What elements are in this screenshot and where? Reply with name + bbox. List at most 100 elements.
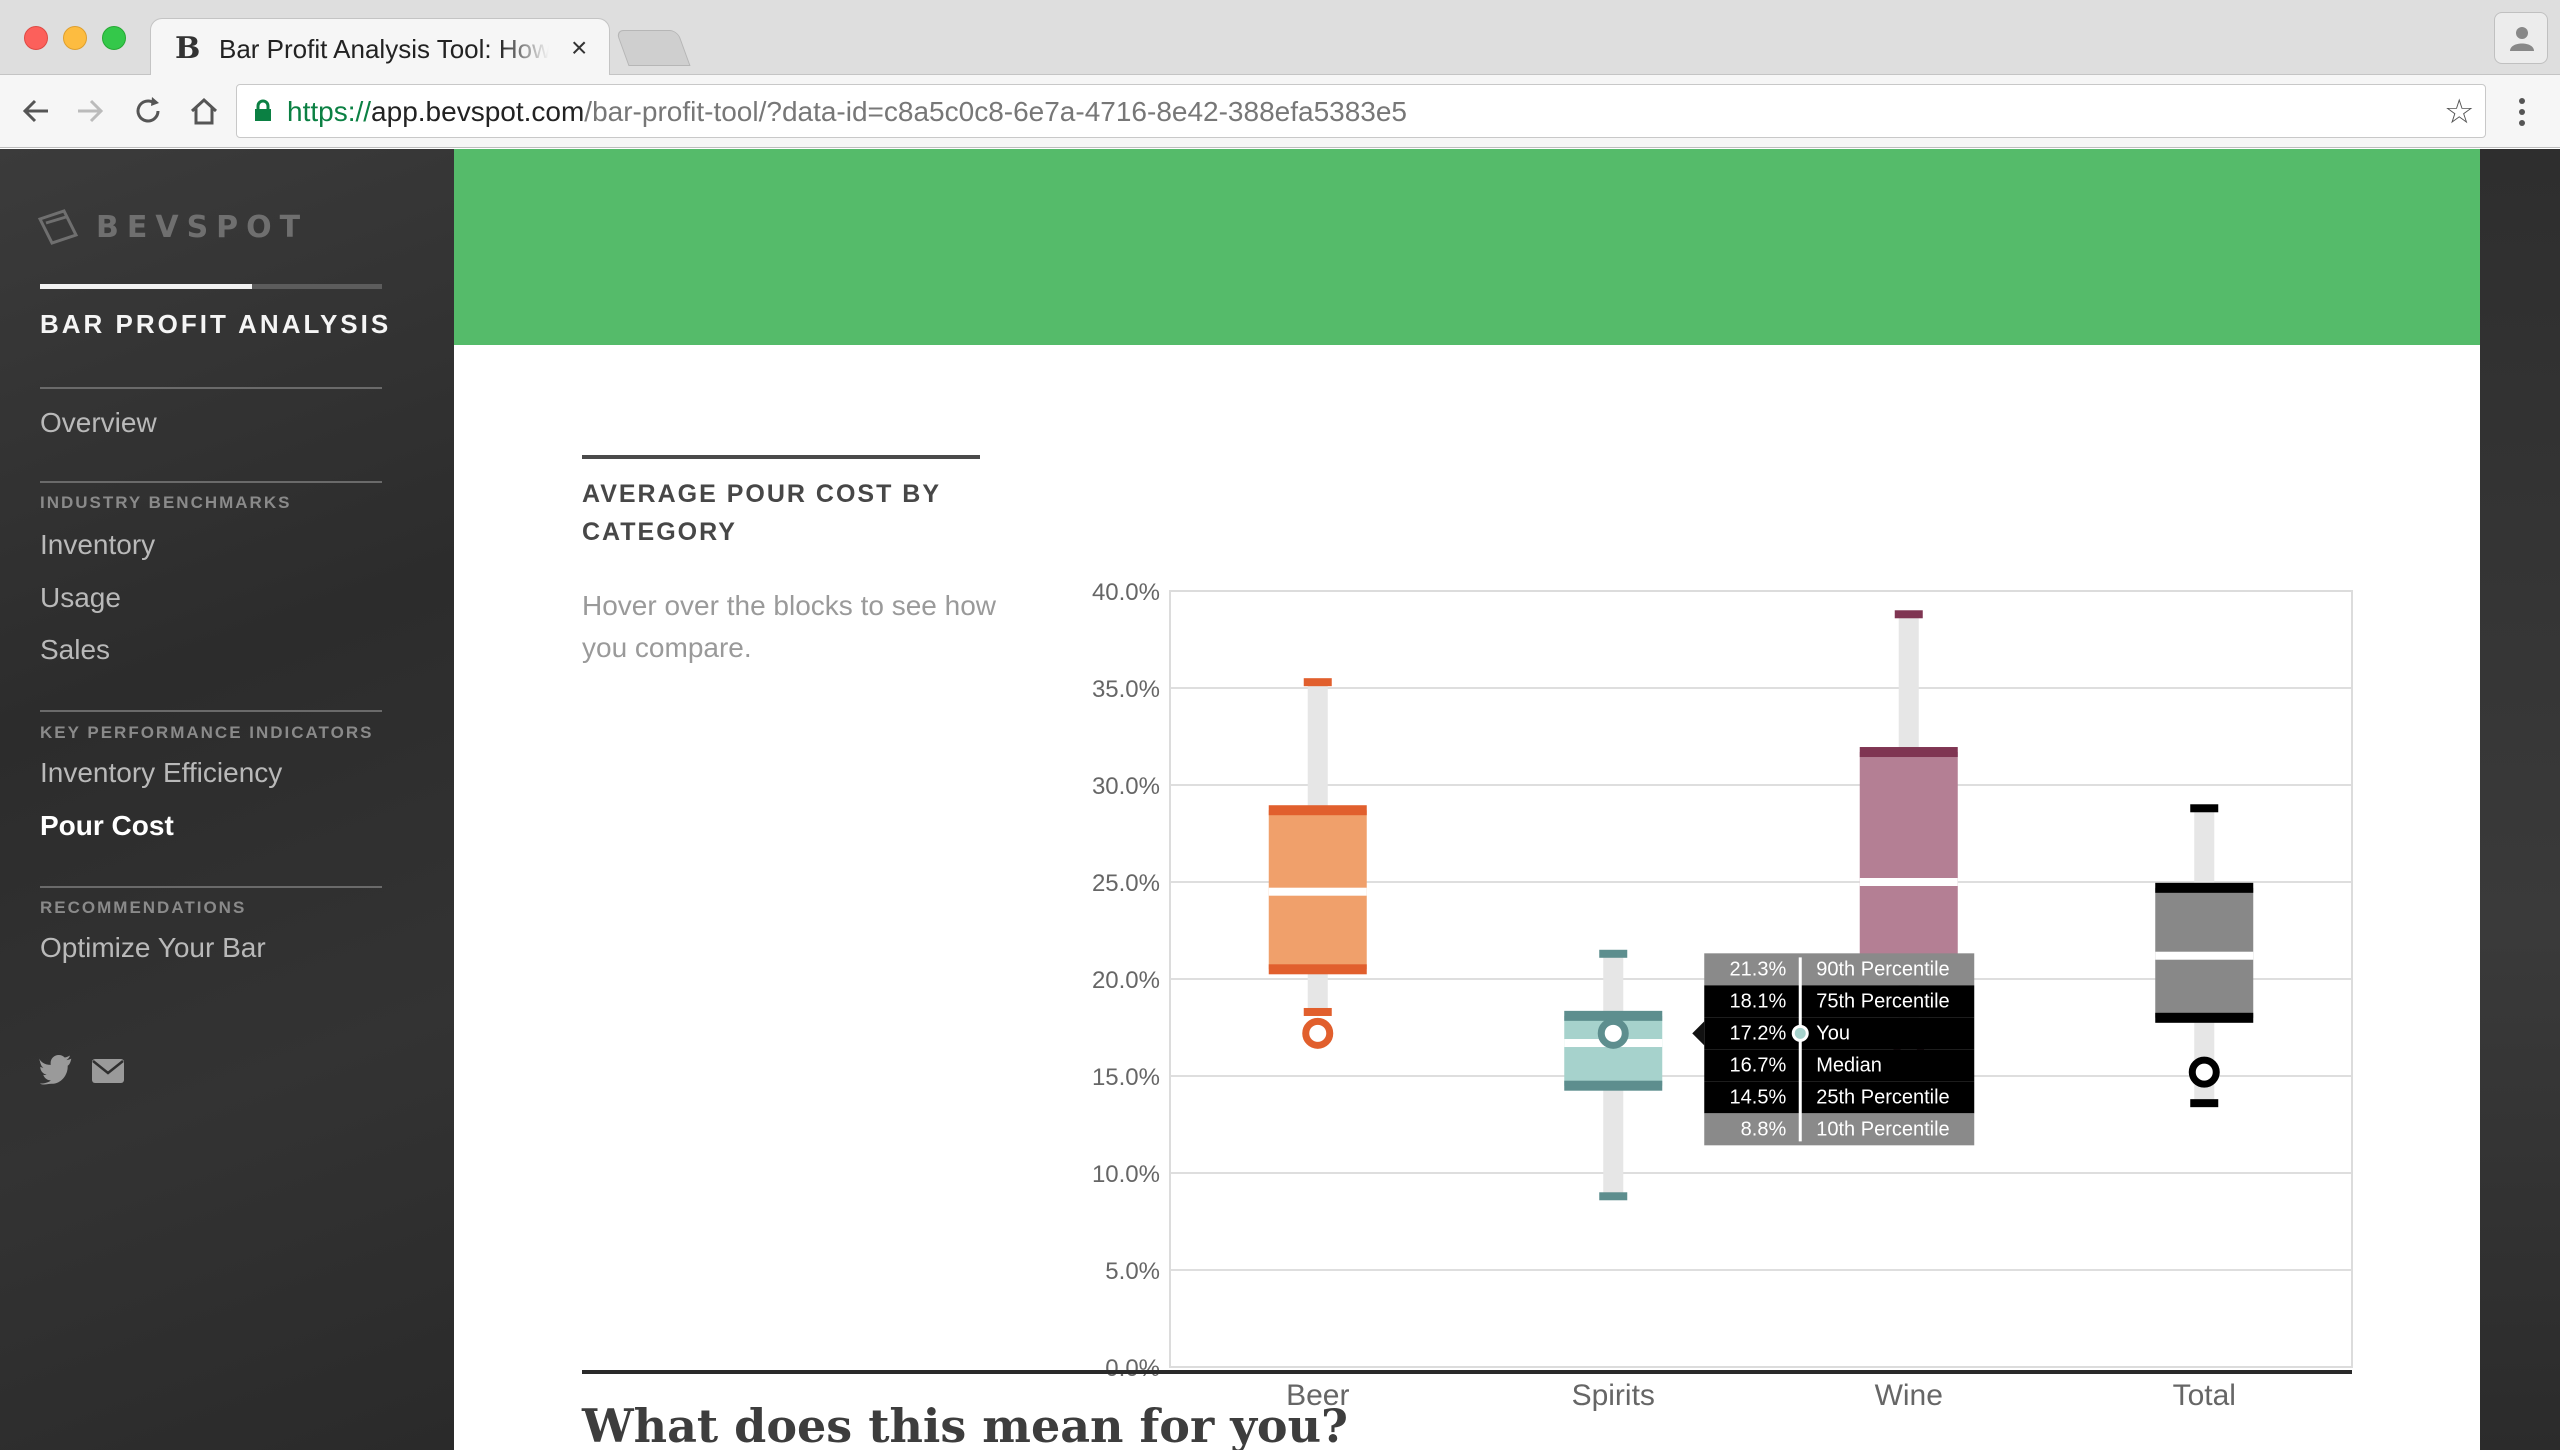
bookmark-star-icon[interactable]: ☆ (2444, 92, 2474, 132)
sidebar-item-inventory[interactable]: Inventory (40, 529, 155, 561)
address-bar[interactable]: https://app.bevspot.com/bar-profit-tool/… (236, 84, 2486, 138)
y-tick-label: 10.0% (1092, 1161, 1160, 1188)
section-rule (582, 1370, 2352, 1374)
total-median-line (2155, 951, 2254, 960)
chart-card-description: Hover over the blocks to see how you com… (582, 590, 996, 663)
forward-arrow-icon[interactable] (72, 93, 108, 129)
y-tick-label: 20.0% (1092, 967, 1160, 994)
chart-card-title: AVERAGE POUR COST BY CATEGORY (582, 480, 941, 546)
page-right-background (2480, 149, 2560, 1450)
spirits-p10-cap (1599, 1192, 1628, 1201)
beer-you-marker (1302, 1017, 1334, 1049)
sidebar-divider (40, 710, 382, 712)
y-tick-label: 15.0% (1092, 1064, 1160, 1091)
back-arrow-icon[interactable] (18, 93, 54, 129)
tooltip-value: 16.7% (1730, 1054, 1787, 1076)
tooltip-label: 75th Percentile (1816, 990, 1949, 1012)
browser-menu-icon[interactable] (2510, 92, 2534, 132)
lock-icon (255, 99, 271, 121)
twitter-icon[interactable] (38, 1055, 74, 1087)
beer-p25-line (1268, 964, 1367, 975)
url-scheme: https:// (287, 96, 372, 127)
browser-tab-active[interactable]: B Bar Profit Analysis Tool: How does you… (150, 18, 610, 76)
tooltip-value: 21.3% (1730, 958, 1787, 980)
bevspot-logo-icon (37, 209, 79, 245)
spirits-p90-cap (1599, 949, 1628, 958)
card-rule (582, 455, 980, 459)
total-p90-cap (2190, 804, 2219, 813)
sidebar-heading-kpis: KEY PERFORMANCE INDICATORS (40, 723, 374, 742)
analysis-progress-bar (40, 284, 382, 289)
spirits-you-marker (1597, 1017, 1629, 1049)
bevspot-logo[interactable]: BEVSPOT (36, 205, 308, 249)
person-icon (2510, 27, 2534, 51)
sidebar-divider (40, 481, 382, 483)
tooltip-pointer (1692, 1021, 1705, 1046)
sidebar-item-optimize-your-bar[interactable]: Optimize Your Bar (40, 932, 266, 964)
beer-p10-cap (1303, 1007, 1332, 1016)
tooltip-label: 10th Percentile (1816, 1118, 1949, 1140)
sidebar-item-inventory-efficiency[interactable]: Inventory Efficiency (40, 757, 282, 789)
section-heading: What does this mean for you? (582, 1399, 1349, 1450)
tooltip-value: 8.8% (1741, 1118, 1787, 1140)
sidebar-divider (40, 886, 382, 888)
tab-close-icon[interactable]: × (571, 32, 587, 64)
beer-median-line (1268, 887, 1367, 896)
wine-median-line (1859, 878, 1958, 886)
tooltip-label: You (1816, 1022, 1850, 1044)
total-p25-line (2155, 1012, 2254, 1023)
y-tick-label: 25.0% (1092, 870, 1160, 897)
y-tick-label: 35.0% (1092, 676, 1160, 703)
sidebar-item-usage[interactable]: Usage (40, 582, 121, 614)
x-tick-label-spirits: Spirits (1572, 1379, 1655, 1412)
home-icon[interactable] (186, 93, 222, 129)
hero-title-partial (580, 149, 609, 190)
sidebar-item-overview[interactable]: Overview (40, 407, 157, 439)
pour-cost-boxplot-chart: 40.0% 35.0% 30.0% 25.0% 20.0% 15.0% 10.0% 5.0% 0… (1092, 579, 2353, 1412)
url-text: https://app.bevspot.com/bar-profit-tool/… (287, 95, 1407, 129)
hero-banner (454, 149, 2480, 345)
window-close-button[interactable] (24, 26, 48, 50)
wine-p75-line (1859, 747, 1958, 758)
sidebar-item-sales[interactable]: Sales (40, 634, 110, 666)
sidebar-heading-industry-benchmarks: INDUSTRY BENCHMARKS (40, 493, 292, 512)
window-maximize-button[interactable] (102, 26, 126, 50)
total-you-marker (2188, 1056, 2220, 1088)
profile-button[interactable] (2494, 12, 2548, 64)
x-tick-label-wine: Wine (1875, 1379, 1943, 1412)
tooltip-value: 17.2% (1730, 1022, 1787, 1044)
y-tick-label: 40.0% (1092, 579, 1160, 606)
bevspot-favicon-icon: B (175, 31, 201, 66)
sidebar-title: BAR PROFIT ANALYSIS (40, 309, 392, 339)
x-tick-label-total: Total (2173, 1379, 2236, 1412)
url-path: /bar-profit-tool/?data-id=c8a5c0c8-6e7a-… (584, 96, 1408, 127)
sidebar-item-pour-cost[interactable]: Pour Cost (40, 810, 174, 842)
tooltip-you-dot (1791, 1024, 1809, 1042)
total-p75-line (2155, 882, 2254, 893)
beer-p75-line (1268, 805, 1367, 816)
logo-text: BEVSPOT (96, 209, 309, 245)
sidebar-heading-recommendations: RECOMMENDATIONS (40, 898, 247, 917)
spirits-p25-line (1564, 1080, 1663, 1091)
tooltip-label: Median (1816, 1054, 1882, 1076)
browser-tab-bar: B Bar Profit Analysis Tool: How does you… (0, 0, 2560, 76)
email-icon[interactable] (90, 1055, 126, 1087)
tooltip-value: 18.1% (1730, 990, 1787, 1012)
tooltip-label: 90th Percentile (1816, 958, 1949, 980)
sidebar: BEVSPOT BAR PROFIT ANALYSIS Overview IND… (0, 149, 454, 1450)
total-p10-cap (2190, 1099, 2219, 1108)
page: BEVSPOT BAR PROFIT ANALYSIS Overview IND… (0, 149, 2560, 1450)
y-tick-label: 0.0% (1105, 1355, 1160, 1382)
beer-p90-cap (1303, 678, 1332, 687)
wine-box (1859, 752, 1958, 960)
y-tick-label: 30.0% (1092, 773, 1160, 800)
wine-p90-cap (1894, 610, 1923, 619)
new-tab-button[interactable] (615, 30, 691, 66)
window-minimize-button[interactable] (63, 26, 87, 50)
tooltip-label: 25th Percentile (1816, 1086, 1949, 1108)
url-host: app.bevspot.com (371, 96, 585, 127)
reload-icon[interactable] (130, 93, 166, 129)
browser-toolbar: https://app.bevspot.com/bar-profit-tool/… (0, 75, 2560, 148)
tooltip-value: 14.5% (1730, 1086, 1787, 1108)
sidebar-divider (40, 387, 382, 389)
